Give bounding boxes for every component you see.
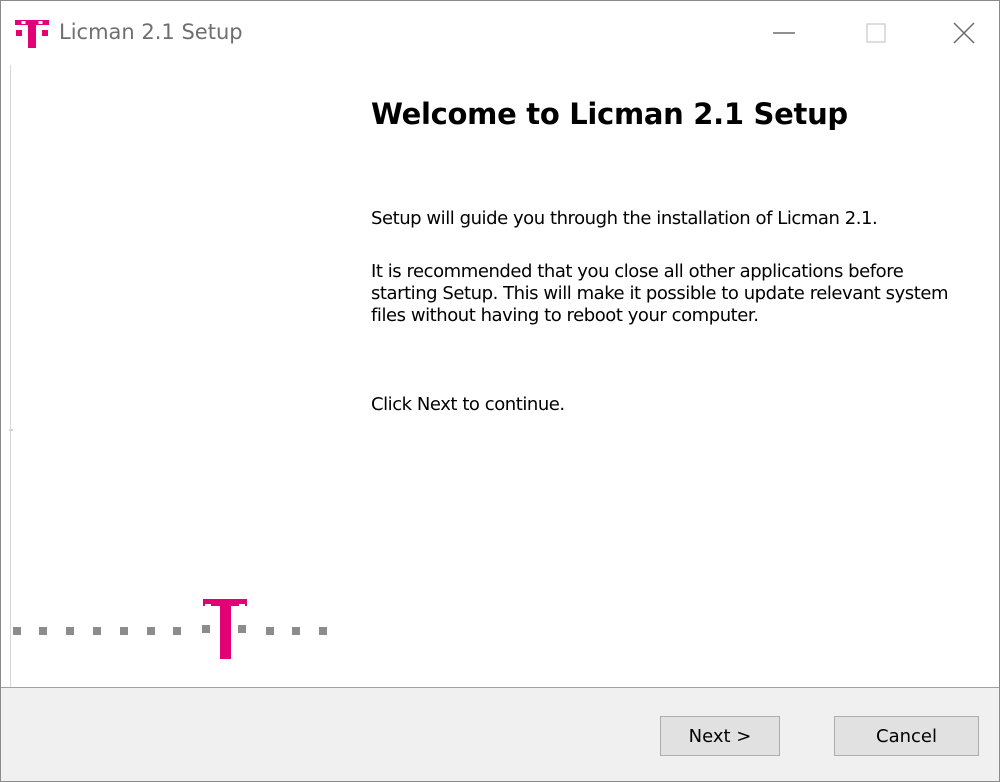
- next-button[interactable]: Next >: [660, 716, 780, 756]
- maximize-icon: [866, 23, 886, 43]
- divider-marker: [9, 429, 13, 431]
- telekom-brand-logo: [13, 599, 327, 659]
- close-icon: [953, 22, 975, 44]
- minimize-button[interactable]: [738, 1, 830, 65]
- title-bar[interactable]: Licman 2.1 Setup: [1, 1, 999, 65]
- welcome-panel: Welcome to Licman 2.1 Setup Setup will g…: [1, 65, 999, 687]
- maximize-button[interactable]: [830, 1, 922, 65]
- page-title: Welcome to Licman 2.1 Setup: [371, 97, 848, 131]
- recommendation-paragraph: It is recommended that you close all oth…: [371, 261, 949, 326]
- sidebar-divider: [10, 65, 11, 687]
- window-title: Licman 2.1 Setup: [59, 20, 243, 44]
- minimize-icon: [773, 32, 795, 34]
- close-button[interactable]: [918, 1, 999, 65]
- cancel-button[interactable]: Cancel: [834, 716, 979, 756]
- continue-paragraph: Click Next to continue.: [371, 394, 565, 415]
- setup-window: Licman 2.1 Setup Welcome to Licman 2.1 S…: [0, 0, 1000, 782]
- button-bar: Next > Cancel: [1, 687, 999, 781]
- intro-paragraph: Setup will guide you through the install…: [371, 208, 878, 229]
- telekom-t-icon: [15, 20, 49, 48]
